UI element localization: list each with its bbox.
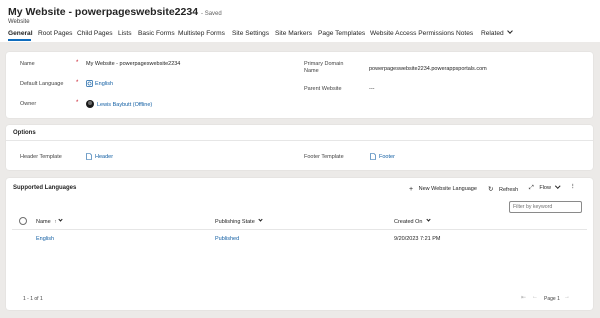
name-field[interactable]: My Website - powerpageswebsite2234 <box>86 61 180 67</box>
select-all-checkbox[interactable] <box>19 217 27 225</box>
refresh-button[interactable]: ↻ Refresh <box>488 185 518 193</box>
column-created-on-label: Created On <box>394 219 423 225</box>
next-page-icon[interactable]: → <box>564 294 570 300</box>
tab-site-settings[interactable]: Site Settings <box>232 30 269 37</box>
column-header-publishing-state[interactable]: Publishing State <box>215 217 263 225</box>
name-label: Name <box>20 61 35 67</box>
refresh-icon: ↻ <box>488 186 494 193</box>
save-status: - Saved <box>201 11 222 17</box>
parent-website-label: Parent Website <box>304 86 342 92</box>
language-record-icon <box>86 80 93 87</box>
document-icon <box>86 153 92 160</box>
tab-lists[interactable]: Lists <box>118 30 132 37</box>
flow-label: Flow <box>539 185 551 191</box>
tab-page-templates[interactable]: Page Templates <box>318 30 365 37</box>
default-language-link[interactable]: English <box>95 81 113 87</box>
options-title: Options <box>13 130 36 136</box>
row-created-on: 9/20/2023 7:21 PM <box>394 236 441 242</box>
column-name-label: Name <box>36 219 51 225</box>
tab-related[interactable]: Related <box>481 28 513 37</box>
chevron-down-icon <box>506 28 513 34</box>
more-commands-icon[interactable]: ⋮ <box>570 184 576 190</box>
tab-root-pages[interactable]: Root Pages <box>38 30 72 37</box>
row-name-link[interactable]: English <box>36 236 54 242</box>
primary-domain-label: Primary Domain Name <box>304 61 344 74</box>
footer-template-link[interactable]: Footer <box>379 154 395 160</box>
tab-website-access-permissions[interactable]: Website Access Permissions <box>370 30 454 37</box>
chevron-down-icon <box>426 217 431 222</box>
previous-page-icon[interactable]: ← <box>532 294 538 300</box>
tab-general[interactable]: General <box>8 30 33 37</box>
active-tab-indicator <box>8 39 31 41</box>
tab-notes[interactable]: Notes <box>456 30 473 37</box>
flow-button[interactable]: ⤢ Flow <box>529 182 560 192</box>
header-template-label: Header Template <box>20 154 62 160</box>
tab-multistep-forms[interactable]: Multistep Forms <box>178 30 225 37</box>
filter-input[interactable]: Filter by keyword <box>509 201 582 213</box>
column-publishing-state-label: Publishing State <box>215 219 255 225</box>
refresh-label: Refresh <box>498 187 519 193</box>
owner-label: Owner <box>20 101 37 107</box>
new-website-language-label: New Website Language <box>418 186 477 192</box>
document-icon <box>370 153 376 160</box>
required-indicator: * <box>76 80 79 86</box>
owner-link[interactable]: Lewis Baybutt (Offline) <box>97 102 152 108</box>
parent-website-field[interactable]: --- <box>369 86 375 92</box>
default-language-label: Default Language <box>20 81 64 87</box>
footer-template-label: Footer Template <box>304 154 344 160</box>
required-indicator: * <box>76 60 79 66</box>
column-header-name[interactable]: Name ↑ <box>36 217 63 225</box>
page-indicator: Page 1 <box>544 296 560 302</box>
new-website-language-button[interactable]: + New Website Language <box>409 185 477 193</box>
column-header-created-on[interactable]: Created On <box>394 217 431 225</box>
avatar <box>86 100 94 108</box>
row-publishing-state-link[interactable]: Published <box>215 236 239 242</box>
flow-icon: ⤢ <box>529 185 534 191</box>
tab-bar: General Root Pages Child Pages Lists Bas… <box>0 26 600 42</box>
required-indicator: * <box>76 100 79 106</box>
chevron-down-icon <box>554 182 560 188</box>
supported-languages-section <box>6 178 593 310</box>
title-row: My Website - powerpageswebsite2234 - Sav… <box>8 6 222 18</box>
page-title: My Website - powerpageswebsite2234 <box>8 6 199 18</box>
entity-type-label: Website <box>8 19 30 25</box>
primary-domain-field[interactable]: powerpageswebsite2234.powerappsportals.c… <box>369 66 487 72</box>
record-count: 1 - 1 of 1 <box>23 296 43 302</box>
plus-icon: + <box>409 185 414 193</box>
grid-header-divider <box>12 229 587 230</box>
header-template-link[interactable]: Header <box>95 154 113 160</box>
tab-child-pages[interactable]: Child Pages <box>77 30 113 37</box>
options-section <box>6 125 593 170</box>
tab-related-label: Related <box>481 30 504 37</box>
tab-basic-forms[interactable]: Basic Forms <box>138 30 175 37</box>
tab-site-markers[interactable]: Site Markers <box>275 30 312 37</box>
subgrid-title: Supported Languages <box>13 185 77 191</box>
first-page-icon[interactable]: ⇤ <box>521 294 526 301</box>
section-divider <box>6 140 593 141</box>
sort-ascending-icon: ↑ <box>54 219 57 225</box>
